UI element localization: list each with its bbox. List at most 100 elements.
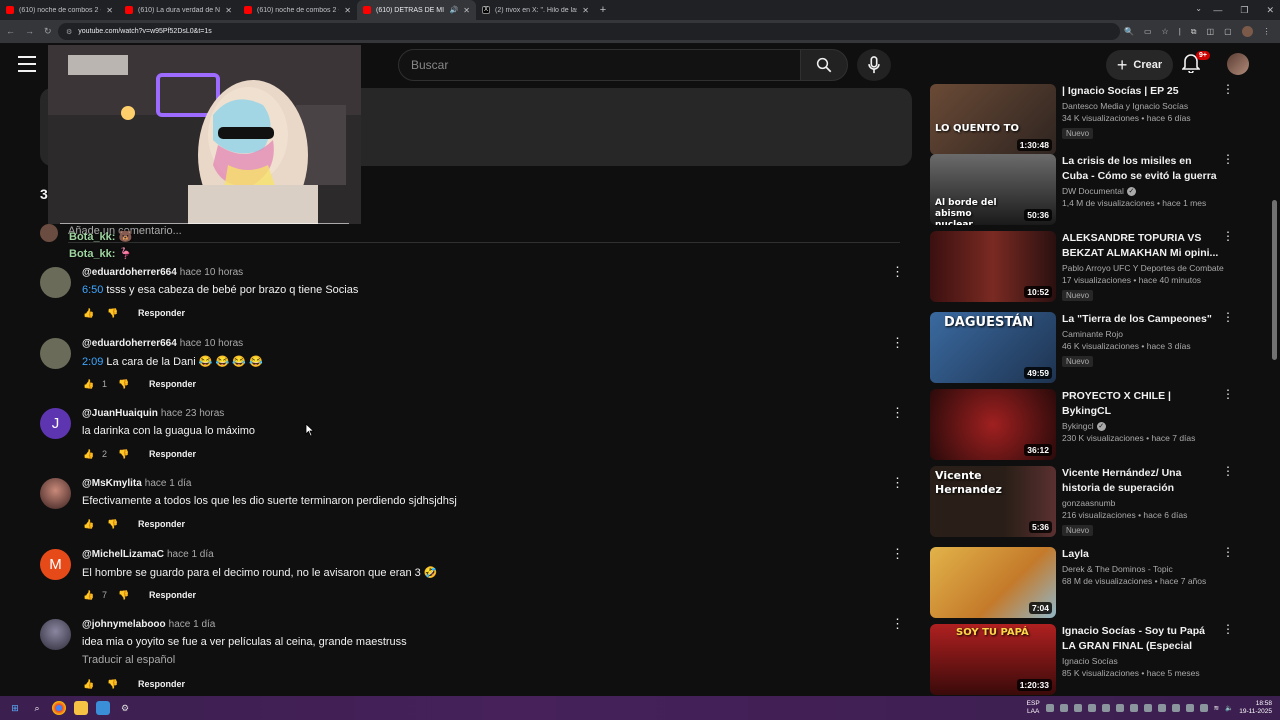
comment-menu-icon[interactable]: ⋮ (891, 406, 904, 419)
channel-name[interactable]: Dantesco Media y Ignacio Socías (1062, 101, 1220, 111)
browser-tab-active[interactable]: (610) DETRÁS DE MI DERR... 🔊 ✕ (357, 0, 476, 20)
video-menu-icon[interactable]: ⋮ (1222, 230, 1234, 242)
tray-app-icon[interactable] (1087, 704, 1096, 712)
minimize-icon[interactable]: — (1213, 5, 1222, 15)
commenter-avatar[interactable] (40, 267, 71, 298)
like-icon[interactable]: 👍 (82, 677, 96, 691)
zoom-icon[interactable]: 🔍 (1124, 27, 1134, 36)
search-input[interactable] (411, 58, 800, 72)
comment-menu-icon[interactable]: ⋮ (891, 476, 904, 489)
like-icon[interactable]: 👍 (82, 517, 96, 531)
dislike-icon[interactable]: 👎 (106, 306, 120, 320)
video-menu-icon[interactable]: ⋮ (1222, 153, 1234, 165)
tray-app-icon[interactable] (1143, 704, 1152, 712)
commenter-avatar[interactable]: M (40, 549, 71, 580)
channel-name[interactable]: DW Documental ✓ (1062, 186, 1220, 196)
comment-timestamp-link[interactable]: 6:50 (82, 284, 103, 296)
site-info-icon[interactable]: ⚙ (66, 28, 72, 36)
close-tab-icon[interactable]: ✕ (225, 6, 232, 15)
tray-app-icon[interactable] (1073, 704, 1082, 712)
tab-search-icon[interactable]: ⌄ (1195, 4, 1202, 13)
recommended-video[interactable]: Vicente Hernandez 5:36 Vicente Hernández… (930, 465, 1250, 537)
video-title[interactable]: Layla (1062, 547, 1220, 562)
tray-app-icon[interactable] (1157, 704, 1166, 712)
channel-name[interactable]: Ignacio Socías (1062, 656, 1220, 666)
comment-author[interactable]: @MichelLizamaC (82, 549, 164, 560)
channel-name[interactable]: Bykingcl ✓ (1062, 421, 1220, 431)
browser-tab[interactable]: (610) noche de combos 2 - You ✕ (0, 0, 119, 20)
comment-timestamp-link[interactable]: 2:09 (82, 356, 103, 368)
commenter-avatar[interactable] (40, 619, 71, 650)
tray-app-icon[interactable] (1045, 704, 1054, 712)
video-thumbnail[interactable]: 10:52 (930, 231, 1056, 302)
mini-player-video[interactable] (48, 45, 361, 224)
reply-button[interactable]: Responder (149, 379, 196, 389)
wifi-icon[interactable]: ≋ (1214, 704, 1219, 712)
tray-app-icon[interactable] (1185, 704, 1194, 712)
video-title[interactable]: Vicente Hernández/ Una historia de super… (1062, 466, 1220, 496)
comment-author[interactable]: @johnymelabooo (82, 619, 166, 630)
voice-search-button[interactable] (857, 49, 891, 81)
settings-gear-icon[interactable]: ⚙ (118, 701, 132, 715)
comment-author[interactable]: @JuanHuaiquin (82, 408, 158, 419)
tray-app-icon[interactable] (1115, 704, 1124, 712)
channel-name[interactable]: Pablo Arroyo UFC Y Deportes de Combate (1062, 263, 1224, 273)
comment-time[interactable]: hace 23 horas (161, 408, 224, 419)
clock[interactable]: 18:58 19-11-2025 (1239, 700, 1272, 716)
bookmark-star-icon[interactable]: ☆ (1162, 27, 1169, 36)
video-title[interactable]: La crisis de los misiles en Cuba - Cómo … (1062, 154, 1220, 184)
video-thumbnail[interactable]: 7:04 (930, 547, 1056, 618)
extension-icon[interactable]: ⧉ (1191, 27, 1197, 37)
comment-menu-icon[interactable]: ⋮ (891, 265, 904, 278)
close-tab-icon[interactable]: ✕ (344, 6, 351, 15)
recommended-video[interactable]: DAGUESTÁN 49:59 La "Tierra de los Campeo… (930, 311, 1250, 383)
close-tab-icon[interactable]: ✕ (582, 6, 589, 15)
channel-name[interactable]: Caminante Rojo (1062, 329, 1220, 339)
recommended-video[interactable]: SOY TU PAPÁ 1:20:33 Ignacio Socías - Soy… (930, 623, 1250, 695)
dislike-icon[interactable]: 👎 (117, 377, 131, 391)
comment-author[interactable]: @eduardoherrer664 (82, 338, 177, 349)
close-window-icon[interactable]: ✕ (1266, 5, 1274, 16)
chrome-icon[interactable] (52, 701, 66, 715)
video-title[interactable]: PROYECTO X CHILE | BykingCL (1062, 389, 1220, 419)
comment-time[interactable]: hace 10 horas (180, 267, 243, 278)
video-thumbnail[interactable]: Vicente Hernandez 5:36 (930, 466, 1056, 537)
comment-time[interactable]: hace 1 día (145, 478, 192, 489)
tray-app-icon[interactable] (1199, 704, 1208, 712)
video-thumbnail[interactable]: DAGUESTÁN 49:59 (930, 312, 1056, 383)
video-title[interactable]: ALEKSANDRE TOPURIA VS BEKZAT ALMAKHAN Mi… (1062, 231, 1220, 261)
input-language[interactable]: ESP LAA (1027, 700, 1040, 716)
windows-start-icon[interactable]: ⊞ (8, 701, 22, 715)
comment-time[interactable]: hace 10 horas (180, 338, 243, 349)
browser-tab[interactable]: (610) La dura verdad de Noche ✕ (119, 0, 238, 20)
page-scrollbar[interactable] (1272, 200, 1277, 360)
reply-button[interactable]: Responder (149, 449, 196, 459)
comment-time[interactable]: hace 1 día (169, 619, 216, 630)
volume-icon[interactable]: 🔈 (1225, 704, 1233, 712)
url-field[interactable]: ⚙ youtube.com/watch?v=w95Pf52DsL0&t=1s (58, 23, 1120, 40)
account-avatar[interactable] (1227, 53, 1249, 75)
recommended-video[interactable]: 10:52 ALEKSANDRE TOPURIA VS BEKZAT ALMAK… (930, 230, 1250, 302)
commenter-avatar[interactable]: J (40, 408, 71, 439)
comment-menu-icon[interactable]: ⋮ (891, 547, 904, 560)
reply-button[interactable]: Responder (138, 519, 185, 529)
video-menu-icon[interactable]: ⋮ (1222, 465, 1234, 477)
reply-button[interactable]: Responder (138, 679, 185, 689)
like-icon[interactable]: 👍 (82, 588, 96, 602)
video-title[interactable]: La "Tierra de los Campeones" (1062, 312, 1220, 327)
recommended-video[interactable]: Al borde del abismo nuclear 50:36 La cri… (930, 153, 1250, 225)
search-box[interactable] (398, 49, 801, 81)
comment-menu-icon[interactable]: ⋮ (891, 617, 904, 630)
video-menu-icon[interactable]: ⋮ (1222, 623, 1234, 635)
recommended-video[interactable]: 36:12 PROYECTO X CHILE | BykingCL Byking… (930, 388, 1250, 460)
video-thumbnail[interactable]: Al borde del abismo nuclear 50:36 (930, 154, 1056, 225)
tray-app-icon[interactable] (1129, 704, 1138, 712)
downloads-icon[interactable]: ▢ (1224, 27, 1232, 36)
dislike-icon[interactable]: 👎 (117, 447, 131, 461)
tray-app-icon[interactable] (1101, 704, 1110, 712)
search-button[interactable] (800, 49, 848, 81)
speaker-icon[interactable]: 🔊 (450, 6, 459, 14)
close-tab-icon[interactable]: ✕ (463, 6, 470, 15)
reload-icon[interactable]: ↻ (44, 26, 52, 37)
channel-name[interactable]: Derek & The Dominos - Topic (1062, 564, 1220, 574)
